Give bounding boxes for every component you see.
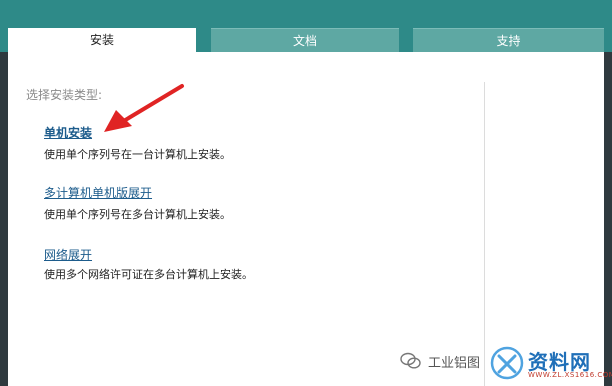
xs-logo-icon [490, 346, 524, 380]
network-deployment-desc: 使用多个网络许可证在多台计算机上安装。 [44, 268, 253, 281]
tab-install[interactable]: 安装 [8, 28, 196, 52]
window-header [0, 0, 612, 28]
watermark-url: WWW.ZL.XS1616.COM [528, 371, 612, 379]
tab-strip: 安装 文档 支持 [0, 28, 612, 52]
install-panel: 选择安装类型: 单机安装 使用单个序列号在一台计算机上安装。 多计算机单机版展开… [8, 52, 612, 386]
tab-support[interactable]: 支持 [413, 28, 604, 52]
watermark: 工业铝图 资料网 WWW.ZL.XS1616.COM [400, 344, 612, 384]
watermark-account: 工业铝图 [428, 356, 481, 371]
multi-seat-standalone-link[interactable]: 多计算机单机版展开 [44, 184, 152, 201]
network-deployment-link[interactable]: 网络展开 [44, 246, 92, 263]
panel-divider [484, 82, 485, 386]
install-type-prompt: 选择安装类型: [26, 88, 103, 102]
multi-seat-standalone-desc: 使用单个序列号在多台计算机上安装。 [44, 208, 231, 221]
tab-documentation[interactable]: 文档 [211, 28, 399, 52]
standalone-install-link[interactable]: 单机安装 [44, 124, 92, 141]
standalone-install-desc: 使用单个序列号在一台计算机上安装。 [44, 148, 231, 161]
wechat-icon [400, 352, 421, 369]
red-arrow-annotation [104, 84, 184, 132]
